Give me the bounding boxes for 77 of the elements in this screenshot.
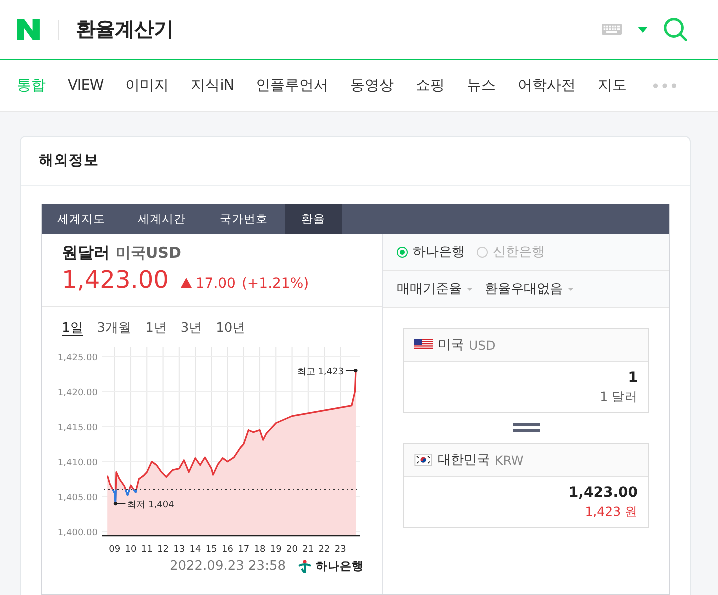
amount-value[interactable]: 1,423.00 (568, 485, 638, 501)
pair-name: 원달러 (62, 243, 110, 264)
price: 1,423.00 (62, 266, 169, 294)
nav-tab[interactable]: 인플루언서 (256, 76, 329, 95)
equals-icon (512, 423, 540, 432)
nav-tab[interactable]: VIEW (68, 78, 104, 94)
x-tick-label: 21 (302, 545, 314, 555)
x-tick-label: 10 (125, 545, 137, 555)
y-tick-label: 1,415.00 (58, 423, 98, 434)
x-tick-label: 14 (190, 545, 202, 555)
widget-tab[interactable]: 환율 (285, 204, 342, 234)
y-tick-label: 1,400.00 (58, 528, 98, 538)
caret-icon[interactable] (568, 288, 574, 290)
amount-text: 1,423 원 (585, 504, 638, 521)
radio-icon[interactable] (477, 246, 488, 258)
korea-flag-icon (414, 454, 433, 466)
x-tick-label: 19 (270, 545, 282, 555)
radio-icon[interactable] (397, 246, 408, 258)
change-percent: (+1.21%) (242, 276, 310, 292)
x-tick-label: 17 (238, 545, 250, 555)
amount-text: 1 달러 (600, 389, 638, 406)
search-query[interactable]: 환율계산기 (76, 16, 174, 43)
nav-tab[interactable]: 어학사전 (518, 76, 576, 95)
bank-radio[interactable]: 하나은행 (397, 243, 465, 261)
x-tick-label: 11 (141, 545, 153, 555)
country-name: 미국 (438, 337, 464, 354)
caret-icon[interactable] (467, 288, 473, 290)
bank-logo-icon (298, 560, 312, 574)
keyboard-icon[interactable] (602, 24, 622, 35)
up-triangle-icon (180, 278, 192, 288)
x-tick-label: 18 (254, 545, 266, 555)
annotation-label: 최고 1,423 (297, 367, 344, 378)
x-tick-label: 12 (158, 545, 169, 555)
widget-tab[interactable]: 세계시간 (121, 204, 203, 234)
y-tick-label: 1,425.00 (58, 353, 98, 364)
country-name: 대한민국 (438, 452, 490, 469)
annotation-label: 최저 1,404 (128, 500, 174, 510)
dropdown[interactable]: 매매기준율 (397, 280, 473, 298)
widget-tab[interactable]: 국가번호 (203, 204, 285, 234)
nav-tab[interactable]: 뉴스 (467, 76, 496, 95)
x-tick-label: 13 (174, 545, 186, 555)
x-tick-label: 23 (334, 545, 346, 555)
nav-tab[interactable]: 지식iN (191, 76, 234, 95)
naver-logo-icon[interactable] (17, 19, 40, 40)
point-marker (114, 502, 126, 506)
x-tick-label: 15 (206, 545, 218, 555)
timestamp: 2022.09.23 23:58 (170, 559, 286, 574)
point-marker (345, 369, 358, 373)
y-tick-label: 1,410.00 (58, 458, 98, 468)
currency-code: KRW (495, 452, 524, 468)
nav-tab[interactable]: 동영상 (350, 76, 394, 95)
period-tab[interactable]: 1일 (62, 319, 84, 341)
nav-tab[interactable]: 쇼핑 (416, 76, 446, 95)
y-tick-label: 1,405.00 (58, 493, 98, 504)
nav-tab[interactable]: 이미지 (126, 76, 170, 95)
x-tick-label: 20 (286, 545, 298, 555)
nav-tab[interactable]: 지도 (598, 76, 628, 95)
widget-tab[interactable]: 세계지도 (42, 204, 121, 234)
bank-name: 하나은행 (316, 559, 364, 574)
y-tick-label: 1,420.00 (58, 388, 98, 398)
dropdown[interactable]: 환율우대없음 (485, 280, 574, 298)
period-tab[interactable]: 1년 (146, 319, 167, 341)
period-tab[interactable]: 3년 (180, 319, 202, 341)
x-tick-label: 09 (109, 545, 121, 555)
period-tab[interactable]: 10년 (216, 319, 246, 341)
x-tick-label: 22 (318, 545, 330, 555)
x-tick-label: 16 (222, 545, 234, 555)
currency-name: 미국USD (116, 244, 182, 263)
card-title: 해외정보 (21, 137, 690, 186)
caret-icon[interactable] (638, 26, 648, 32)
us-flag-icon (414, 339, 433, 351)
search-icon[interactable] (663, 17, 688, 42)
amount-value[interactable]: 1 (628, 370, 638, 386)
price-change: 17.00 (196, 276, 236, 292)
currency-code: USD (469, 338, 496, 352)
period-tab[interactable]: 3개월 (97, 319, 132, 341)
more-icon[interactable] (653, 82, 678, 88)
